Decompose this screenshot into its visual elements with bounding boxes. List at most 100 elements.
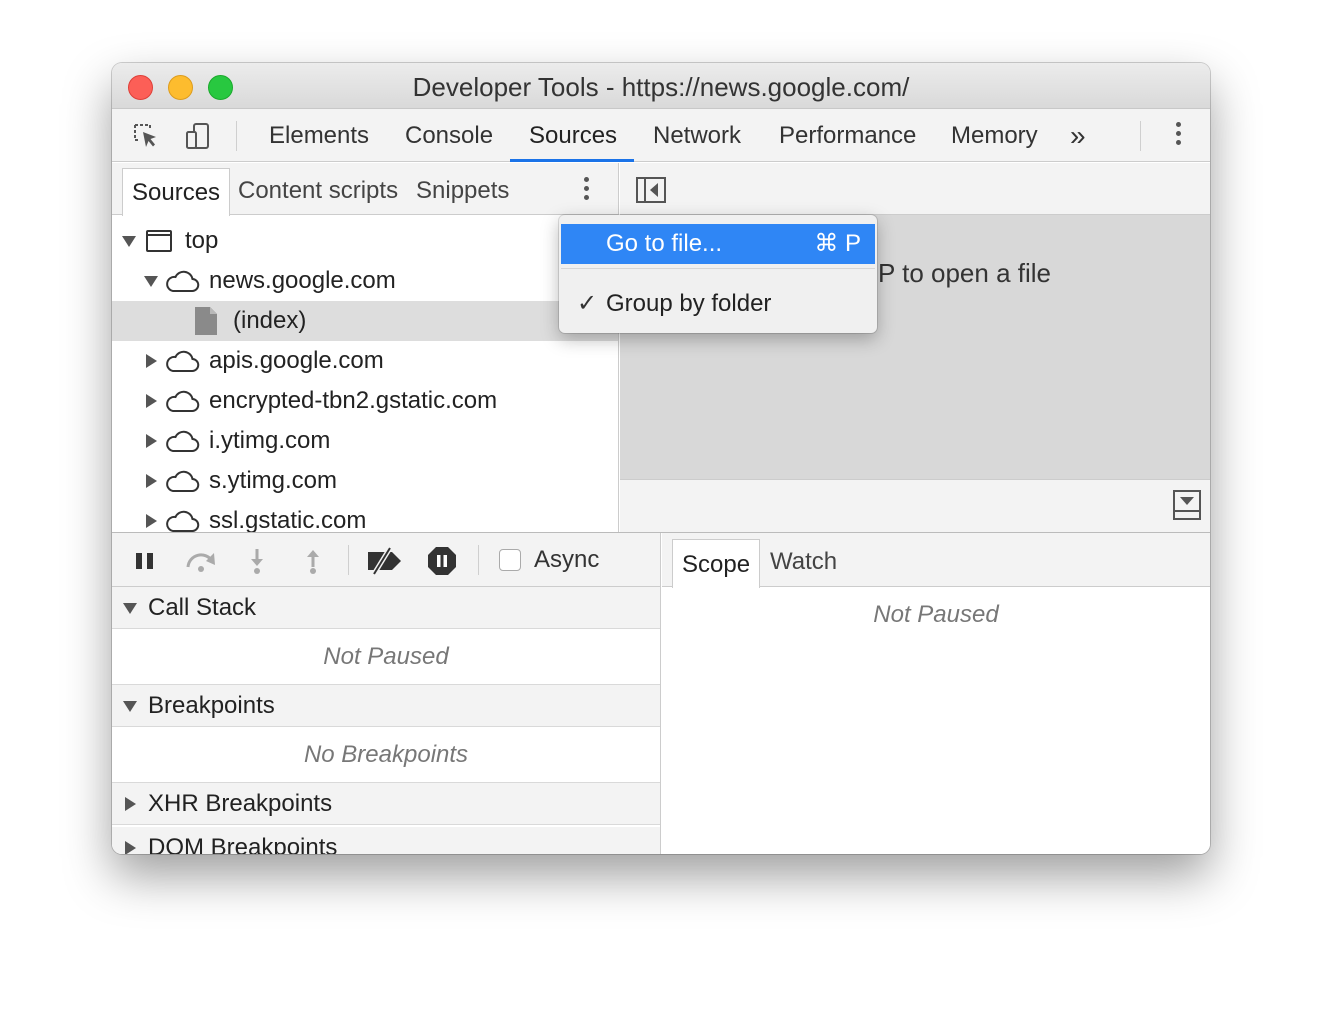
tree-label: top — [185, 227, 219, 254]
tab-elements[interactable]: Elements — [269, 109, 369, 162]
tree-row-domain[interactable]: ssl.gstatic.com — [112, 501, 618, 532]
async-checkbox[interactable] — [499, 549, 521, 571]
open-file-hint: P to open a file — [878, 258, 1051, 288]
tab-sources[interactable]: Sources — [529, 109, 617, 162]
scope-tabs: Scope Watch — [662, 533, 1210, 588]
tree-row-domain[interactable]: i.ytimg.com — [112, 421, 618, 461]
editor-toolbar — [620, 163, 1210, 215]
main-toolbar: Elements Console Sources Network Perform… — [112, 109, 1210, 162]
devtools-window: Developer Tools - https://news.google.co… — [112, 63, 1210, 854]
menu-separator — [561, 268, 875, 269]
tab-console[interactable]: Console — [405, 109, 493, 162]
tree-label: encrypted-tbn2.gstatic.com — [209, 387, 498, 414]
section-title: XHR Breakpoints — [148, 790, 333, 817]
title-bar: Developer Tools - https://news.google.co… — [112, 63, 1210, 109]
toggle-debugger-icon[interactable] — [1173, 490, 1201, 520]
navigator-more-options-icon[interactable] — [584, 177, 590, 204]
collapsed-arrow-icon — [146, 434, 157, 448]
scope-panel: Scope Watch Not Paused — [662, 533, 1210, 854]
cloud-icon — [166, 430, 200, 452]
scope-status: Not Paused — [873, 601, 999, 628]
step-into-icon[interactable] — [243, 547, 271, 575]
collapsed-arrow-icon — [146, 394, 157, 408]
toolbar-separator — [1140, 121, 1141, 151]
toolbar-separator — [478, 545, 479, 575]
tree-row-domain[interactable]: news.google.com — [112, 261, 618, 301]
tab-performance[interactable]: Performance — [779, 109, 916, 162]
customize-menu-icon[interactable] — [1176, 122, 1182, 149]
expanded-arrow-icon — [123, 603, 137, 614]
toggle-navigator-icon[interactable] — [636, 177, 666, 203]
tab-content-scripts[interactable]: Content scripts — [238, 163, 398, 215]
collapsed-arrow-icon — [146, 354, 157, 368]
expanded-arrow-icon — [122, 236, 136, 247]
file-tree: top news.google.com (index) apis.google.… — [112, 215, 618, 532]
cloud-icon — [166, 470, 200, 492]
debugger-sidebar: Async Call Stack Not Paused Breakpoints … — [112, 533, 661, 854]
frame-icon — [146, 230, 172, 252]
more-tabs-chevron-icon[interactable]: » — [1070, 109, 1086, 162]
cloud-icon — [166, 390, 200, 412]
tree-label: news.google.com — [209, 267, 396, 294]
xhr-breakpoints-header[interactable]: XHR Breakpoints — [112, 783, 660, 825]
async-label: Async — [534, 546, 600, 573]
tree-row-domain[interactable]: apis.google.com — [112, 341, 618, 381]
cloud-icon — [166, 270, 200, 292]
pause-icon[interactable] — [132, 547, 160, 575]
breakpoints-header[interactable]: Breakpoints — [112, 685, 660, 727]
window-title: Developer Tools - https://news.google.co… — [412, 72, 910, 102]
tree-row-domain[interactable]: encrypted-tbn2.gstatic.com — [112, 381, 618, 421]
debugger-toolbar: Async — [112, 533, 660, 587]
menu-item-shortcut: ⌘ P — [814, 230, 861, 257]
tab-scope[interactable]: Scope — [672, 539, 761, 588]
tab-network[interactable]: Network — [653, 109, 741, 162]
editor-footer — [620, 479, 1210, 532]
section-title: Call Stack — [148, 594, 257, 621]
collapsed-arrow-icon — [146, 474, 157, 488]
menu-item-label: Group by folder — [606, 290, 772, 317]
step-out-icon[interactable] — [299, 547, 327, 575]
step-over-icon[interactable] — [184, 547, 218, 575]
call-stack-body: Not Paused — [112, 629, 660, 685]
tab-snippets[interactable]: Snippets — [416, 163, 509, 215]
expanded-arrow-icon — [144, 276, 158, 287]
dom-breakpoints-header[interactable]: DOM Breakpoints — [112, 827, 660, 854]
call-stack-header[interactable]: Call Stack — [112, 587, 660, 629]
section-title: DOM Breakpoints — [148, 834, 338, 854]
tree-label: (index) — [233, 307, 307, 334]
collapsed-arrow-icon — [125, 797, 136, 811]
active-tab-indicator — [510, 159, 634, 162]
inspect-element-icon[interactable] — [132, 122, 160, 150]
pause-on-exceptions-icon[interactable] — [427, 546, 457, 576]
section-title: Breakpoints — [148, 692, 275, 719]
navigator-pane: Sources Content scripts Snippets top new… — [112, 163, 619, 532]
collapsed-arrow-icon — [146, 514, 157, 528]
menu-item-label: Go to file... — [606, 230, 723, 257]
tree-label: apis.google.com — [209, 347, 384, 374]
cloud-icon — [166, 510, 200, 532]
menu-item-group-by-folder[interactable]: ✓ Group by folder — [561, 284, 875, 324]
tab-memory[interactable]: Memory — [951, 109, 1038, 162]
breakpoints-body: No Breakpoints — [112, 727, 660, 783]
toolbar-separator — [348, 545, 349, 575]
document-icon — [195, 307, 217, 335]
tree-row-domain[interactable]: s.ytimg.com — [112, 461, 618, 501]
tree-row-file[interactable]: (index) — [112, 301, 618, 341]
expanded-arrow-icon — [123, 701, 137, 712]
tab-watch[interactable]: Watch — [770, 533, 837, 587]
navigator-context-menu: Go to file... ⌘ P ✓ Group by folder — [559, 215, 877, 333]
navigator-tabs: Sources Content scripts Snippets — [112, 163, 618, 216]
checkmark-icon: ✓ — [577, 290, 598, 317]
collapsed-arrow-icon — [125, 841, 136, 854]
tree-label: i.ytimg.com — [209, 427, 331, 454]
deactivate-breakpoints-icon[interactable] — [366, 547, 404, 575]
toolbar-separator — [236, 121, 237, 151]
tab-navigator-sources[interactable]: Sources — [122, 168, 231, 216]
menu-item-go-to-file[interactable]: Go to file... ⌘ P — [561, 224, 875, 264]
tree-label: s.ytimg.com — [209, 467, 338, 494]
debugger-area: Async Call Stack Not Paused Breakpoints … — [112, 532, 1210, 854]
cloud-icon — [166, 350, 200, 372]
device-toolbar-icon[interactable] — [184, 122, 212, 150]
tree-label: ssl.gstatic.com — [209, 507, 367, 532]
tree-row-top[interactable]: top — [112, 221, 618, 261]
